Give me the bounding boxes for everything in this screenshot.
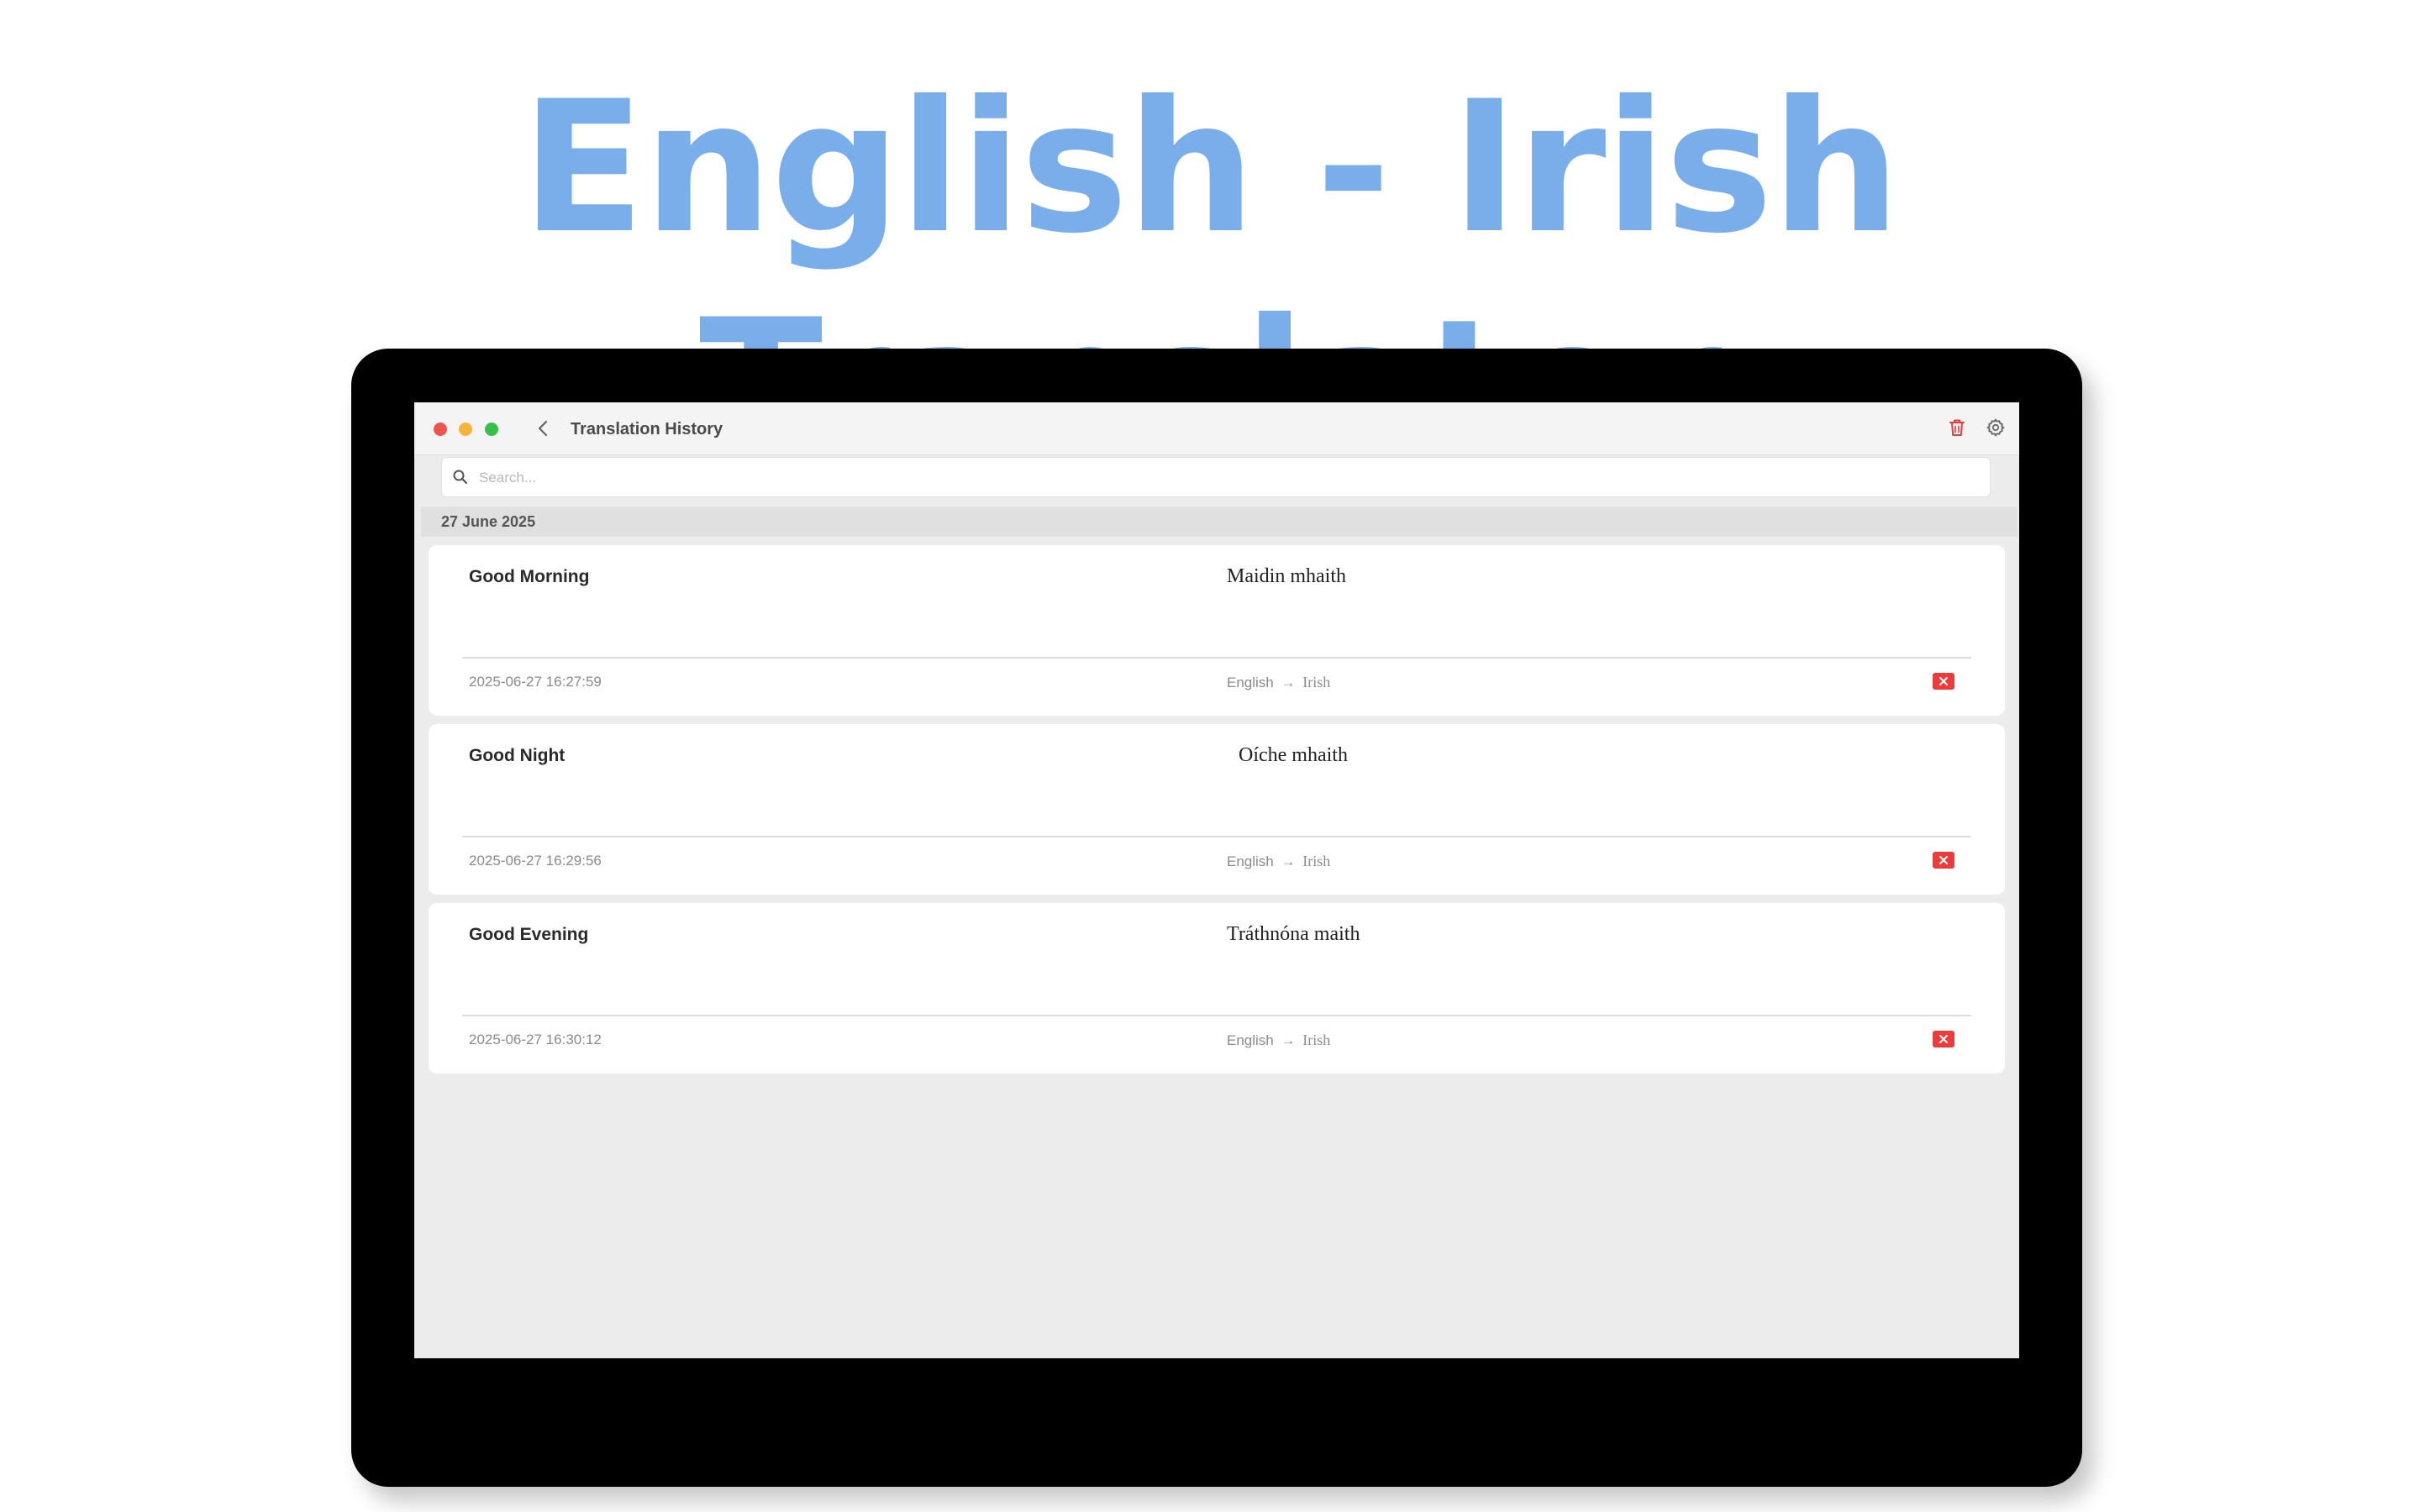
history-card[interactable]: Good Morning Maidin mhaith 2025-06-27 16… xyxy=(429,545,2005,716)
source-text: Good Night xyxy=(469,746,566,765)
source-text: Good Evening xyxy=(469,925,589,944)
language-pair: English → Irish xyxy=(1227,1032,1330,1049)
chevron-left-icon xyxy=(538,420,548,437)
card-divider xyxy=(462,1015,1971,1016)
history-card[interactable]: Good Night Oíche mhaith 2025-06-27 16:29… xyxy=(429,724,2005,895)
translation-text: Tráthnóna maith xyxy=(1227,923,1360,945)
card-divider xyxy=(462,657,1971,659)
card-divider xyxy=(462,836,1971,837)
app-window: Translation History Search... 27 June 20… xyxy=(414,402,2019,1358)
from-language: English xyxy=(1227,1032,1274,1048)
close-icon xyxy=(1939,1035,1948,1043)
delete-entry-button[interactable] xyxy=(1933,852,1954,869)
history-card[interactable]: Good Evening Tráthnóna maith 2025-06-27 … xyxy=(429,903,2005,1074)
translation-text: Maidin mhaith xyxy=(1227,565,1346,587)
delete-all-button[interactable] xyxy=(1944,414,1970,441)
device-frame: Translation History Search... 27 June 20… xyxy=(351,349,2082,1487)
arrow-right-icon: → xyxy=(1281,675,1296,690)
from-language: English xyxy=(1227,853,1274,869)
gear-icon xyxy=(1986,418,2005,437)
search-field[interactable] xyxy=(441,457,1991,498)
section-date: 27 June 2025 xyxy=(441,513,536,530)
close-icon xyxy=(1939,677,1948,685)
minimize-window-button[interactable] xyxy=(459,423,472,436)
language-pair: English → Irish xyxy=(1227,853,1330,870)
search-input[interactable] xyxy=(477,458,1976,498)
settings-button[interactable] xyxy=(1982,414,2009,441)
title-bar: Translation History xyxy=(414,402,2019,455)
to-language: Irish xyxy=(1302,674,1331,690)
back-button[interactable] xyxy=(530,416,555,441)
search-icon xyxy=(453,470,468,485)
zoom-window-button[interactable] xyxy=(485,423,498,436)
timestamp: 2025-06-27 16:27:59 xyxy=(469,674,602,690)
timestamp: 2025-06-27 16:30:12 xyxy=(469,1032,602,1047)
close-icon xyxy=(1939,856,1948,864)
from-language: English xyxy=(1227,675,1274,690)
trash-icon xyxy=(1949,419,1965,436)
to-language: Irish xyxy=(1302,853,1331,869)
delete-entry-button[interactable] xyxy=(1933,673,1954,690)
arrow-right-icon: → xyxy=(1281,1032,1296,1048)
language-pair: English → Irish xyxy=(1227,674,1330,691)
delete-entry-button[interactable] xyxy=(1933,1031,1954,1047)
date-section-header: 27 June 2025 xyxy=(421,507,2018,537)
arrow-right-icon: → xyxy=(1281,853,1296,869)
translation-text: Oíche mhaith xyxy=(1239,744,1348,766)
close-window-button[interactable] xyxy=(434,423,447,436)
timestamp: 2025-06-27 16:29:56 xyxy=(469,853,602,869)
to-language: Irish xyxy=(1302,1032,1331,1048)
source-text: Good Morning xyxy=(469,567,590,586)
window-title: Translation History xyxy=(571,420,723,438)
